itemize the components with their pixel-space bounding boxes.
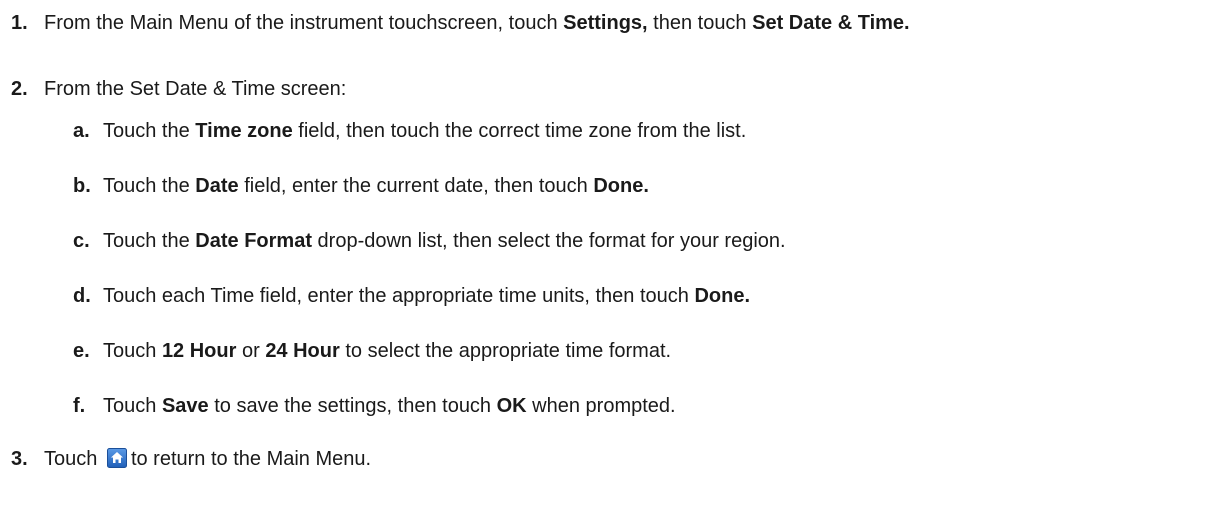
step-text: From the Set Date & Time screen:	[44, 78, 347, 100]
step-text: From the Main Menu of the instrument tou…	[44, 12, 910, 35]
step-text-part: Touch each Time field, enter the appropr…	[103, 285, 695, 307]
substep-text: Touch each Time field, enter the appropr…	[103, 285, 750, 308]
substep-letter: c.	[73, 230, 90, 252]
step-text-part: Touch the	[103, 175, 196, 197]
substep-text: Touch the Time zone field, then touch th…	[103, 120, 746, 143]
step-text-part: field, then touch the correct time zone …	[292, 120, 747, 142]
step-text-part: to save the settings, then touch	[208, 395, 497, 417]
substep-letter: a.	[73, 120, 90, 142]
ui-term-date-format: Date Format	[195, 230, 312, 252]
substep-text: Touch the Date field, enter the current …	[103, 175, 649, 198]
ui-term-12-hour: 12 Hour	[161, 340, 237, 362]
ui-term-ok: OK	[496, 395, 527, 417]
ui-term-time-zone: Time zone	[195, 120, 293, 142]
step-text-part: Touch the	[103, 230, 196, 252]
substep-letter: b.	[73, 175, 91, 197]
step-number: 2.	[11, 78, 28, 100]
ui-term-set-date-time: Set Date & Time.	[752, 12, 910, 34]
substep-letter: d.	[73, 285, 91, 307]
step-number: 3.	[11, 448, 28, 470]
ui-term-settings: Settings,	[563, 12, 648, 34]
ui-term-done: Done.	[593, 175, 649, 197]
substep-letter: f.	[73, 395, 86, 417]
substep-text: Touch the Date Format drop-down list, th…	[103, 230, 786, 253]
step-text-part: From the Main Menu of the instrument tou…	[44, 12, 564, 34]
step-text-part: Touch	[44, 448, 103, 470]
step-text-part: then touch	[647, 12, 753, 34]
step-text: Touch to return to the Main Menu.	[44, 448, 371, 471]
ui-term-done: Done.	[694, 285, 751, 307]
step-text-part: Touch	[103, 340, 162, 362]
substep-text: Touch Save to save the settings, then to…	[103, 395, 676, 418]
step-text-part: field, enter the current date, then touc…	[238, 175, 594, 197]
ui-term-save: Save	[161, 395, 209, 417]
substep-letter: e.	[73, 340, 90, 362]
step-text-part: to return to the Main Menu.	[130, 448, 372, 470]
ui-term-date: Date	[195, 175, 239, 197]
step-text-part: Touch	[103, 395, 162, 417]
ui-term-24-hour: 24 Hour	[265, 340, 340, 362]
step-text-part: when prompted.	[526, 395, 676, 417]
step-text-part: drop-down list, then select the format f…	[312, 230, 786, 252]
step-text-part: to select the appropriate time format.	[339, 340, 672, 362]
step-text-part: Touch the	[103, 120, 196, 142]
home-icon	[106, 448, 127, 468]
step-number: 1.	[11, 12, 28, 34]
substep-text: Touch 12 Hour or 24 Hour to select the a…	[103, 340, 671, 363]
step-text-part: or	[236, 340, 266, 362]
